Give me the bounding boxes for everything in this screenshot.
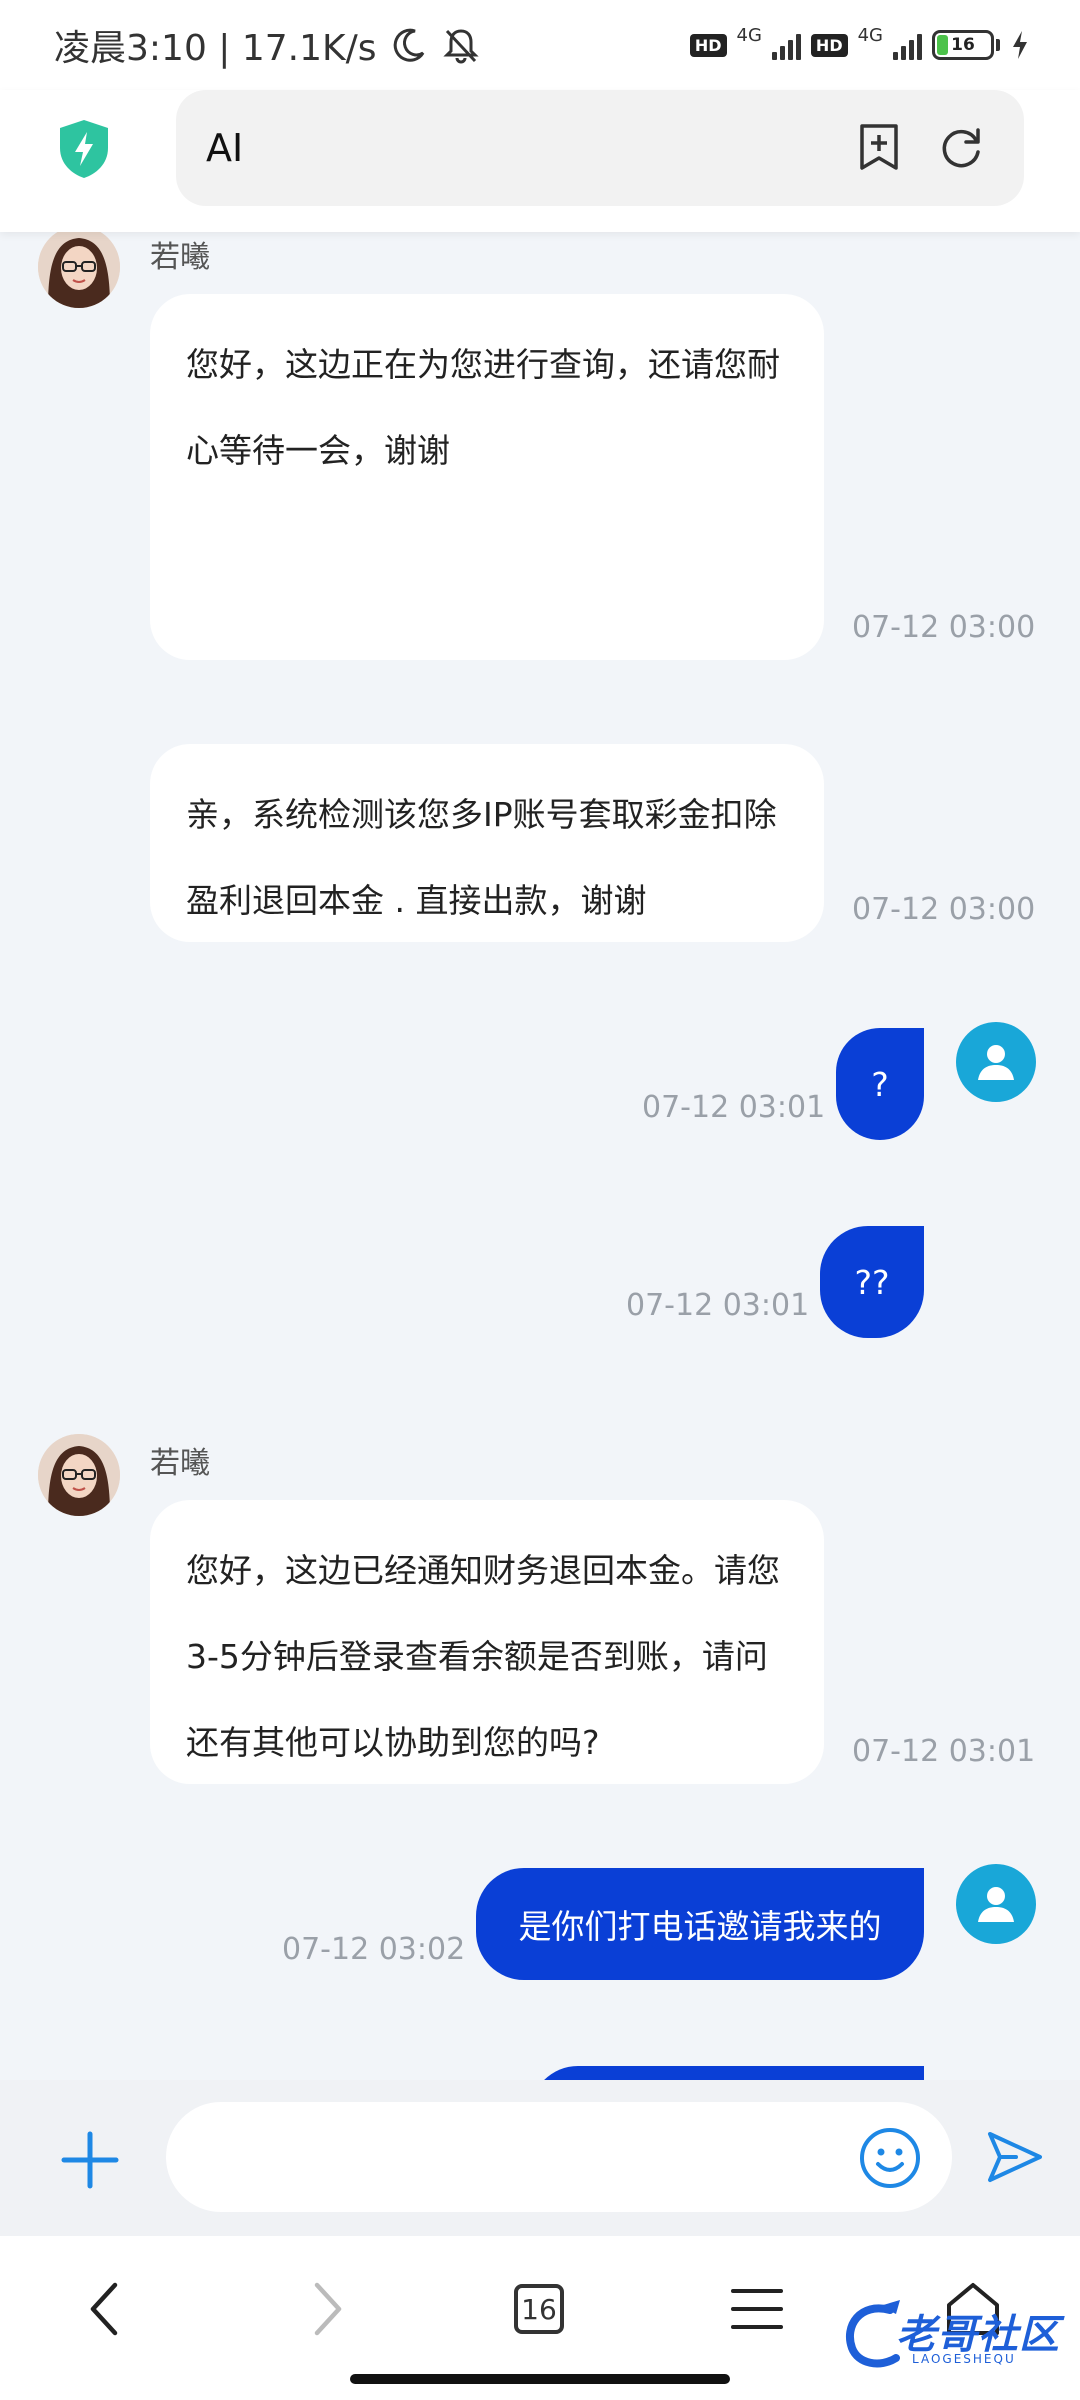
shield-icon[interactable] [56, 118, 112, 180]
status-bar: 凌晨3:10 | 17.1K/s HD 4G HD 4G 16 [0, 0, 1080, 90]
plus-icon[interactable] [60, 2130, 120, 2190]
network-type: 4G [736, 24, 762, 46]
user-avatar[interactable] [956, 1022, 1036, 1102]
refresh-icon[interactable] [936, 122, 986, 172]
status-right: HD 4G HD 4G 16 [689, 25, 1030, 61]
hd-badge: HD [689, 33, 727, 57]
message-text: 您好，这边已经通知财务退回本金。请您3-5分钟后登录查看余额是否到账，请问还有其… [186, 1551, 780, 1762]
send-icon[interactable] [984, 2126, 1046, 2188]
user-message-bubble[interactable]: ? [836, 1028, 924, 1140]
bell-off-icon [442, 29, 479, 64]
moon-icon [393, 28, 424, 62]
url-text: AI [206, 126, 244, 170]
menu-button[interactable] [722, 2274, 792, 2344]
agent-name: 若曦 [150, 240, 210, 275]
agent-message-bubble[interactable]: 您好，这边正在为您进行查询，还请您耐心等待一会，谢谢 [150, 294, 824, 660]
agent-avatar[interactable] [38, 232, 120, 308]
status-left: 凌晨3:10 | 17.1K/s [54, 19, 481, 71]
menu-icon [731, 2289, 783, 2329]
message-time: 07-12 03:00 [852, 610, 1036, 645]
add-bookmark-icon[interactable] [856, 122, 902, 172]
watermark-subtext: LAOGESHEQU [912, 2352, 1016, 2366]
agent-name: 若曦 [150, 1446, 210, 1481]
user-message-bubble-partial[interactable] [530, 2066, 924, 2080]
battery-level: 16 [951, 35, 975, 55]
message-text: 是你们打电话邀请我来的 [518, 1907, 882, 1946]
tabs-button[interactable]: 16 [504, 2274, 574, 2344]
emoji-icon[interactable] [858, 2126, 922, 2190]
person-icon [978, 1887, 1014, 1922]
message-time: 07-12 03:01 [852, 1734, 1036, 1769]
watermark-logo: 老哥社区 LAOGESHEQU [840, 2296, 1070, 2386]
agent-message-bubble[interactable]: 您好，这边已经通知财务退回本金。请您3-5分钟后登录查看余额是否到账，请问还有其… [150, 1500, 824, 1784]
hd-badge-2: HD [810, 33, 848, 57]
message-input-bar [0, 2080, 1080, 2236]
signal-icon [771, 30, 801, 60]
status-time-speed: 凌晨3:10 | 17.1K/s [54, 28, 377, 69]
message-time: 07-12 03:02 [282, 1932, 466, 1967]
message-time: 07-12 03:01 [626, 1288, 810, 1323]
back-button[interactable] [70, 2274, 140, 2344]
home-indicator[interactable] [350, 2374, 730, 2384]
message-text: ? [871, 1064, 889, 1104]
network-type-2: 4G [857, 24, 883, 46]
message-time: 07-12 03:00 [852, 892, 1036, 927]
message-text: 亲，系统检测该您多IP账号套取彩金扣除盈利退回本金 . 直接出款，谢谢 [186, 795, 777, 920]
tab-count: 16 [514, 2284, 564, 2334]
message-text: 您好，这边正在为您进行查询，还请您耐心等待一会，谢谢 [186, 345, 780, 470]
user-message-bubble[interactable]: ?? [820, 1226, 924, 1338]
user-message-bubble[interactable]: 是你们打电话邀请我来的 [476, 1868, 924, 1980]
forward-button[interactable] [292, 2274, 362, 2344]
forward-arrow-icon [314, 2282, 342, 2336]
charging-icon [1013, 31, 1027, 59]
signal-icon-2 [893, 30, 922, 60]
battery-icon: 16 [932, 30, 1000, 60]
agent-avatar[interactable] [38, 1434, 120, 1516]
browser-toolbar: AI [0, 90, 1080, 232]
chat-messages[interactable]: 若曦 您好，这边正在为您进行查询，还请您耐心等待一会，谢谢 07-12 03:0… [0, 232, 1080, 2080]
user-avatar[interactable] [956, 1864, 1036, 1944]
back-arrow-icon [90, 2282, 118, 2336]
message-input[interactable] [166, 2102, 952, 2212]
message-text: ?? [854, 1262, 890, 1302]
person-icon [978, 1045, 1014, 1080]
message-time: 07-12 03:01 [642, 1090, 826, 1125]
agent-message-bubble[interactable]: 亲，系统检测该您多IP账号套取彩金扣除盈利退回本金 . 直接出款，谢谢 [150, 744, 824, 942]
